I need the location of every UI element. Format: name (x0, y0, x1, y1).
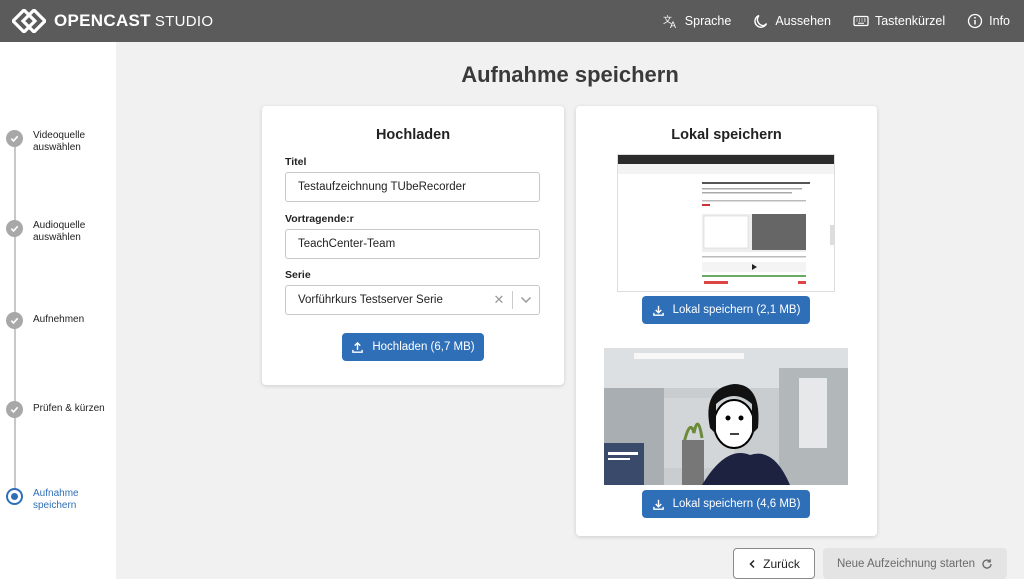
nav-language-label: Sprache (684, 14, 732, 28)
current-step-icon (6, 488, 23, 505)
chevron-down-icon[interactable] (513, 296, 539, 304)
title-input[interactable] (285, 172, 540, 202)
step-label: Aufnahme speichern (33, 488, 79, 511)
refresh-icon (982, 558, 992, 569)
nav-appearance-label: Aussehen (775, 14, 831, 28)
info-icon (967, 13, 983, 29)
upload-icon (352, 341, 364, 353)
step-video-source[interactable]: Videoquelle auswählen (6, 130, 113, 154)
step-label: Aufnehmen (33, 314, 85, 325)
series-select[interactable]: Vorführkurs Testserver Serie ✕ (285, 285, 540, 315)
moon-icon (754, 14, 768, 28)
translate-icon: 文A (663, 14, 676, 29)
opencast-logo[interactable]: OPENCAST STUDIO (10, 7, 213, 35)
step-save-recording[interactable]: Aufnahme speichern (6, 488, 113, 512)
nav-shortcuts-label: Tastenkürzel (874, 14, 946, 28)
check-icon (6, 401, 23, 418)
new-recording-label: Neue Aufzeichnung starten (836, 557, 976, 570)
top-bar: OPENCAST STUDIO 文A Sprache Aussehen Taste… (0, 0, 1024, 42)
nav-shortcuts[interactable]: Tastenkürzel (853, 13, 945, 29)
brand-light: STUDIO (154, 13, 214, 30)
series-value: Vorführkurs Testserver Serie (298, 294, 443, 306)
brand-bold: OPENCAST (54, 11, 151, 30)
step-sidebar: Videoquelle auswählen Audioquelle auswäh… (0, 42, 116, 579)
new-recording-button[interactable]: Neue Aufzeichnung starten (823, 548, 1007, 579)
brand-name: OPENCAST STUDIO (54, 11, 213, 31)
local-save-title: Lokal speichern (671, 127, 782, 143)
step-record[interactable]: Aufnehmen (6, 312, 113, 329)
opencast-logo-icon (10, 7, 48, 35)
screen-recording-preview (617, 154, 835, 292)
step-label: Audioquelle auswählen (33, 220, 86, 243)
step-review-trim[interactable]: Prüfen & kürzen (6, 401, 113, 418)
save-screen-button[interactable]: Lokal speichern (2,1 MB) (642, 296, 810, 324)
local-save-card: Lokal speichern Lokal speichern (2,1 MB) (576, 106, 877, 536)
chevron-left-icon (749, 559, 755, 568)
upload-card: Hochladen Titel Vortragende:r Serie Vorf… (262, 106, 564, 385)
upload-button-label: Hochladen (6,7 MB) (372, 341, 475, 353)
presenter-input[interactable] (285, 229, 540, 259)
step-audio-source[interactable]: Audioquelle auswählen (6, 220, 113, 244)
check-icon (6, 130, 23, 147)
step-label: Videoquelle auswählen (33, 130, 86, 153)
download-icon (652, 499, 664, 510)
top-nav: 文A Sprache Aussehen Tastenkürzel Info (663, 0, 1010, 42)
series-label: Serie (285, 269, 311, 281)
title-label: Titel (285, 156, 307, 168)
save-camera-label: Lokal speichern (4,6 MB) (672, 498, 801, 510)
check-icon (6, 220, 23, 237)
svg-text:A: A (670, 20, 676, 29)
back-button[interactable]: Zurück (733, 548, 815, 579)
step-label: Prüfen & kürzen (33, 403, 105, 414)
save-screen-label: Lokal speichern (2,1 MB) (672, 304, 801, 316)
save-camera-button[interactable]: Lokal speichern (4,6 MB) (642, 490, 810, 518)
clear-icon[interactable]: ✕ (486, 286, 512, 314)
keyboard-icon (853, 15, 869, 27)
upload-button[interactable]: Hochladen (6,7 MB) (342, 333, 484, 361)
nav-info[interactable]: Info (967, 13, 1010, 29)
upload-title: Hochladen (375, 127, 451, 143)
page-title: Aufnahme speichern (461, 62, 679, 87)
download-icon (652, 305, 664, 316)
nav-language[interactable]: 文A Sprache (663, 13, 732, 29)
back-button-label: Zurück (763, 556, 800, 571)
camera-recording-preview (604, 348, 848, 485)
check-icon (6, 312, 23, 329)
presenter-label: Vortragende:r (285, 213, 354, 225)
nav-info-label: Info (989, 14, 1010, 28)
nav-appearance[interactable]: Aussehen (753, 13, 831, 29)
